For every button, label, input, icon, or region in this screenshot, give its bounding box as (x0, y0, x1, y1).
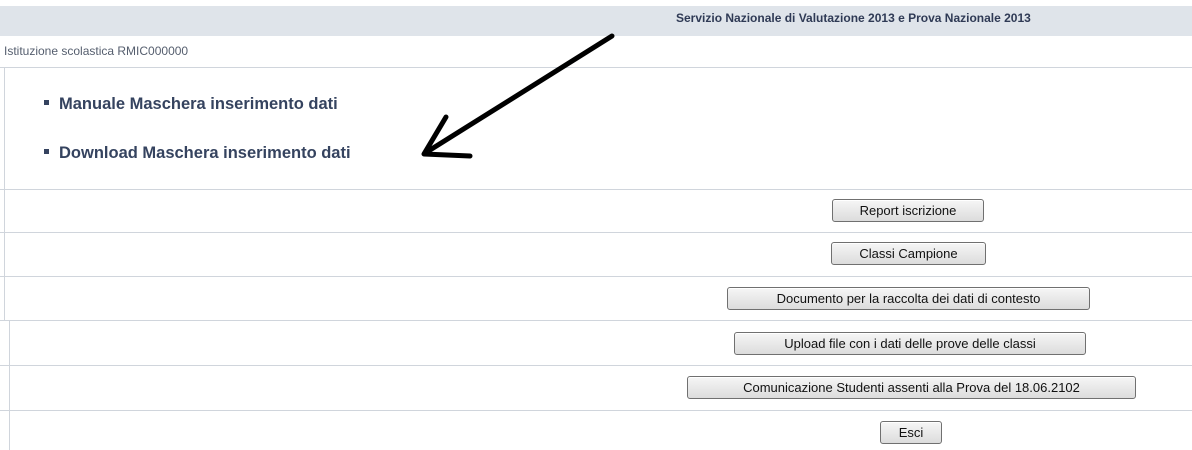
divider (0, 365, 1192, 366)
download-link[interactable]: Download Maschera inserimento dati (44, 144, 351, 163)
manual-link[interactable]: Manuale Maschera inserimento dati (44, 95, 338, 114)
report-iscrizione-button[interactable]: Report iscrizione (832, 199, 984, 222)
divider (0, 410, 1192, 411)
page: Servizio Nazionale di Valutazione 2013 e… (0, 0, 1192, 450)
divider (0, 189, 1192, 190)
divider (0, 320, 1192, 321)
bullet-icon (44, 100, 49, 106)
divider (4, 190, 5, 320)
page-title: Servizio Nazionale di Valutazione 2013 e… (676, 11, 1031, 25)
divider (0, 67, 1192, 68)
divider (0, 232, 1192, 233)
classi-campione-button[interactable]: Classi Campione (831, 242, 986, 265)
upload-file-button[interactable]: Upload file con i dati delle prove delle… (734, 332, 1086, 355)
institution-label: Istituzione scolastica RMIC000000 (4, 44, 189, 58)
divider (9, 321, 10, 450)
divider (4, 68, 5, 189)
documento-raccolta-button[interactable]: Documento per la raccolta dei dati di co… (727, 287, 1090, 310)
bullet-icon (44, 149, 49, 155)
comunicazione-assenti-button[interactable]: Comunicazione Studenti assenti alla Prov… (687, 376, 1136, 399)
esci-button[interactable]: Esci (880, 421, 942, 444)
download-link-label: Download Maschera inserimento dati (59, 144, 351, 162)
manual-link-label: Manuale Maschera inserimento dati (59, 95, 338, 113)
divider (0, 276, 1192, 277)
